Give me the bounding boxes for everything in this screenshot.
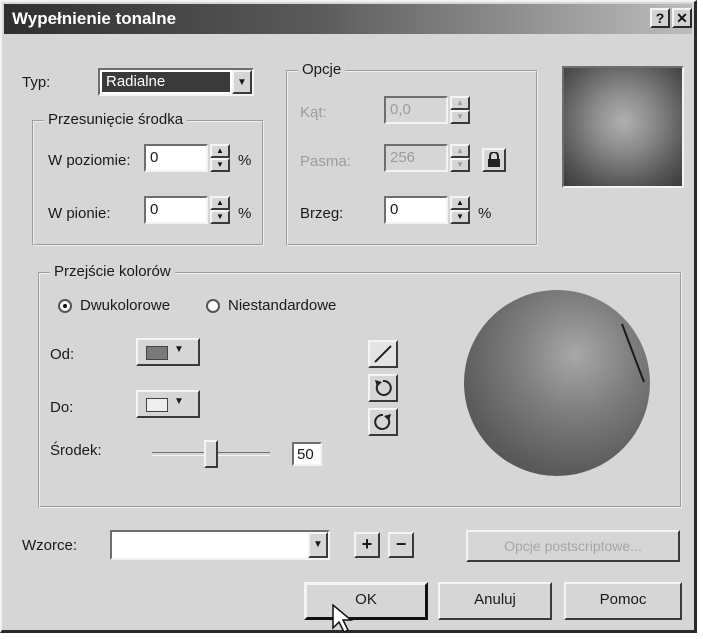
ok-button[interactable]: OK: [304, 582, 428, 620]
lock-icon: [488, 151, 500, 167]
steps-input[interactable]: 256: [384, 144, 448, 172]
clockwise-button[interactable]: [368, 408, 398, 436]
spin-up-icon[interactable]: ▲: [450, 96, 470, 110]
chevron-down-icon: ▼: [237, 77, 247, 88]
to-label: Do:: [50, 399, 74, 416]
gradient-preview-fill: [564, 68, 682, 186]
window-title: Wypełnienie tonalne: [12, 9, 177, 28]
rotate-cw-icon: [374, 413, 391, 430]
horizontal-offset-input[interactable]: 0: [144, 144, 208, 172]
angle-value: 0,0: [390, 101, 411, 118]
gradient-preview: [562, 66, 684, 188]
midpoint-value: 50: [297, 446, 314, 463]
spin-down-icon[interactable]: ▼: [450, 210, 470, 224]
two-color-radio[interactable]: [58, 299, 72, 313]
add-preset-button[interactable]: +: [354, 532, 380, 558]
vertical-label: W pionie:: [48, 205, 111, 222]
rotate-ccw-icon: [375, 379, 392, 396]
close-button[interactable]: ✕: [672, 8, 692, 28]
presets-select[interactable]: ▼: [110, 530, 330, 560]
to-color-picker[interactable]: ▼: [136, 390, 200, 418]
remove-preset-button[interactable]: −: [388, 532, 414, 558]
spin-down-icon[interactable]: ▼: [450, 158, 470, 172]
angle-input[interactable]: 0,0: [384, 96, 448, 124]
chevron-down-icon: ▼: [313, 539, 323, 550]
type-label: Typ:: [22, 74, 51, 91]
spin-up-icon[interactable]: ▲: [450, 196, 470, 210]
midpoint-value-field[interactable]: 50: [292, 442, 322, 466]
steps-spinner[interactable]: ▲ ▼: [450, 144, 470, 172]
diagonal-line-icon: [374, 345, 392, 363]
from-label: Od:: [50, 346, 75, 363]
custom-radio[interactable]: [206, 299, 220, 313]
options-title: Opcje: [298, 61, 346, 78]
mouse-cursor-icon: [332, 604, 354, 634]
midpoint-slider-thumb[interactable]: [204, 440, 218, 468]
color-wheel-direction-icon: [621, 323, 645, 383]
two-color-label[interactable]: Dwukolorowe: [80, 297, 170, 314]
spin-down-icon[interactable]: ▼: [450, 110, 470, 124]
direct-path-button[interactable]: [368, 340, 398, 368]
from-color-swatch: [146, 346, 168, 360]
angle-spinner[interactable]: ▲ ▼: [450, 96, 470, 124]
vertical-offset-input[interactable]: 0: [144, 196, 208, 224]
vertical-offset-spinner[interactable]: ▲ ▼: [210, 196, 230, 224]
horizontal-unit: %: [238, 152, 252, 169]
angle-label: Kąt:: [300, 104, 327, 121]
edge-unit: %: [478, 205, 492, 222]
radio-dot-icon: [63, 304, 67, 308]
postscript-options-button[interactable]: Opcje postscriptowe...: [466, 530, 680, 562]
to-color-swatch: [146, 398, 168, 412]
vertical-unit: %: [238, 205, 252, 222]
type-select-value: Radialne: [106, 73, 166, 90]
type-select[interactable]: Radialne ▼: [98, 68, 254, 96]
color-wheel[interactable]: [464, 290, 650, 476]
title-bar[interactable]: Wypełnienie tonalne ? ✕: [4, 4, 692, 34]
spin-down-icon[interactable]: ▼: [210, 210, 230, 224]
chevron-down-icon: ▼: [174, 344, 184, 355]
horizontal-label: W poziomie:: [48, 152, 131, 169]
edge-input[interactable]: 0: [384, 196, 448, 224]
color-blend-title: Przejście kolorów: [50, 263, 175, 280]
help-button[interactable]: Pomoc: [564, 582, 682, 620]
center-offset-title: Przesunięcie środka: [44, 111, 188, 128]
spin-up-icon[interactable]: ▲: [210, 196, 230, 210]
midpoint-label: Środek:: [50, 442, 102, 459]
lock-button[interactable]: [482, 148, 506, 172]
help-title-button[interactable]: ?: [650, 8, 670, 28]
custom-label[interactable]: Niestandardowe: [228, 297, 336, 314]
edge-label: Brzeg:: [300, 205, 344, 222]
gradient-fill-dialog: Wypełnienie tonalne ? ✕ Typ: Radialne ▼ …: [0, 0, 697, 634]
from-color-picker[interactable]: ▼: [136, 338, 200, 366]
spin-down-icon[interactable]: ▼: [210, 158, 230, 172]
chevron-down-icon: ▼: [174, 396, 184, 407]
center-offset-group: Przesunięcie środka: [32, 111, 264, 246]
edge-value: 0: [390, 201, 399, 218]
counterclockwise-button[interactable]: [368, 374, 398, 402]
edge-spinner[interactable]: ▲ ▼: [450, 196, 470, 224]
presets-label: Wzorce:: [22, 537, 78, 554]
cancel-button[interactable]: Anuluj: [438, 582, 552, 620]
horizontal-offset-spinner[interactable]: ▲ ▼: [210, 144, 230, 172]
spin-up-icon[interactable]: ▲: [210, 144, 230, 158]
spin-up-icon[interactable]: ▲: [450, 144, 470, 158]
steps-value: 256: [390, 149, 416, 166]
steps-label: Pasma:: [300, 153, 351, 170]
horizontal-offset-value: 0: [150, 149, 159, 166]
vertical-offset-value: 0: [150, 201, 159, 218]
type-dropdown-button[interactable]: ▼: [232, 70, 252, 94]
presets-dropdown-button[interactable]: ▼: [308, 532, 328, 558]
